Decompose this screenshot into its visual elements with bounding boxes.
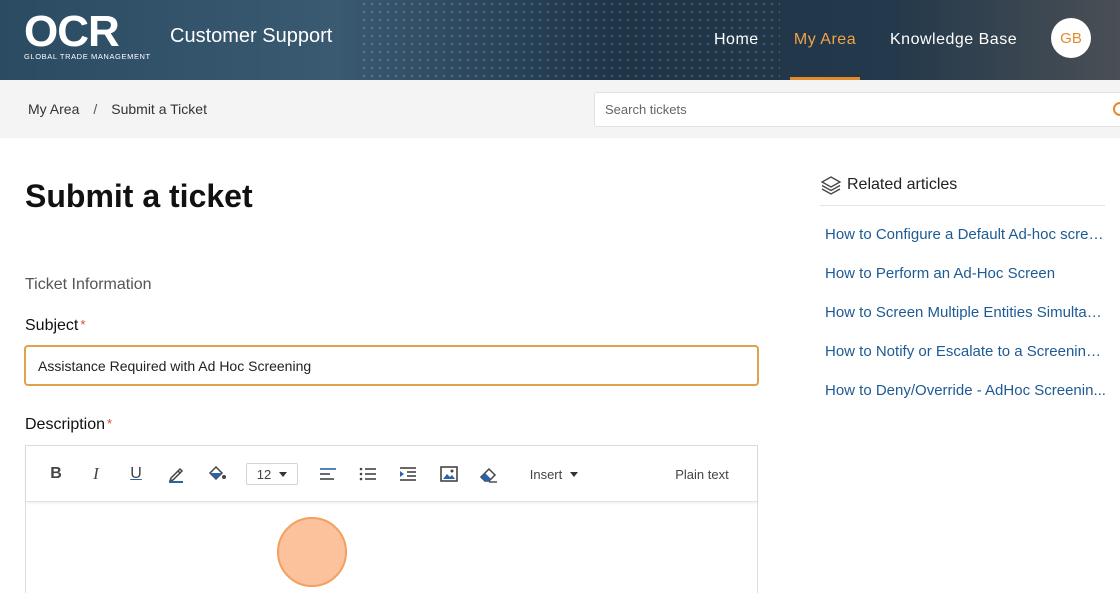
related-article-link[interactable]: How to Perform an Ad-Hoc Screen: [825, 265, 1107, 304]
breadcrumb-bar: My Area / Submit a Ticket: [0, 80, 1120, 138]
company-logo[interactable]: OCR GLOBAL TRADE MANAGEMENT: [24, 7, 160, 62]
user-avatar[interactable]: GB: [1051, 18, 1091, 58]
breadcrumb: My Area / Submit a Ticket: [28, 101, 207, 117]
click-indicator: [277, 517, 347, 587]
plain-text-toggle[interactable]: Plain text: [672, 461, 732, 487]
breadcrumb-my-area[interactable]: My Area: [28, 101, 79, 117]
description-label: Description *: [25, 416, 112, 434]
bullet-list-icon[interactable]: [358, 461, 378, 487]
site-title[interactable]: Customer Support: [170, 25, 332, 48]
search-input[interactable]: [595, 93, 1095, 126]
section-ticket-information: Ticket Information: [25, 276, 152, 293]
eraser-icon[interactable]: [478, 461, 500, 487]
editor-toolbar: B I U 12 Insert Plain text: [26, 446, 757, 502]
related-article-link[interactable]: How to Screen Multiple Entities Simultan…: [825, 304, 1107, 343]
subject-input[interactable]: [24, 345, 759, 386]
underline-button[interactable]: U: [126, 461, 146, 487]
required-marker: *: [107, 416, 113, 431]
font-size-value: 12: [256, 466, 272, 482]
nav-my-area[interactable]: My Area: [790, 0, 860, 80]
breadcrumb-separator: /: [93, 101, 98, 117]
italic-button[interactable]: I: [86, 461, 106, 487]
related-articles-title: Related articles: [847, 176, 958, 193]
bold-button[interactable]: B: [46, 461, 66, 487]
logo-mark: OCR: [24, 7, 120, 56]
chevron-down-icon: [570, 471, 579, 477]
pen-color-icon[interactable]: [166, 461, 186, 487]
breadcrumb-submit-ticket: Submit a Ticket: [111, 101, 207, 117]
page-title: Submit a ticket: [25, 178, 253, 214]
search-icon[interactable]: [1113, 102, 1120, 116]
site-header: OCR GLOBAL TRADE MANAGEMENT Customer Sup…: [0, 0, 1120, 80]
indent-icon[interactable]: [398, 461, 418, 487]
subject-label: Subject *: [25, 317, 85, 335]
related-article-link[interactable]: How to Deny/Override - AdHoc Screenin...: [825, 382, 1107, 421]
related-articles-list: How to Configure a Default Ad-hoc scree.…: [825, 226, 1107, 421]
search-box: [594, 92, 1120, 127]
nav-home[interactable]: Home: [714, 0, 759, 80]
image-icon[interactable]: [438, 461, 460, 487]
font-size-select[interactable]: 12: [246, 463, 298, 485]
subject-label-text: Subject: [25, 317, 79, 334]
related-articles-header: Related articles: [820, 174, 1105, 206]
align-left-icon[interactable]: [318, 461, 338, 487]
description-label-text: Description: [25, 416, 106, 433]
insert-label: Insert: [529, 466, 563, 482]
required-marker: *: [80, 317, 86, 332]
related-article-link[interactable]: How to Notify or Escalate to a Screening…: [825, 343, 1107, 382]
nav-knowledge-base[interactable]: Knowledge Base: [890, 0, 1017, 80]
description-editor: B I U 12 Insert Plain text: [25, 445, 758, 593]
insert-dropdown[interactable]: Insert: [528, 461, 580, 487]
logo-subtitle: GLOBAL TRADE MANAGEMENT: [24, 52, 151, 61]
related-article-link[interactable]: How to Configure a Default Ad-hoc scree.…: [825, 226, 1107, 265]
chevron-down-icon: [279, 471, 288, 477]
nav-my-area-label: My Area: [793, 31, 857, 48]
fill-color-icon[interactable]: [206, 461, 228, 487]
layers-icon: [820, 176, 842, 195]
